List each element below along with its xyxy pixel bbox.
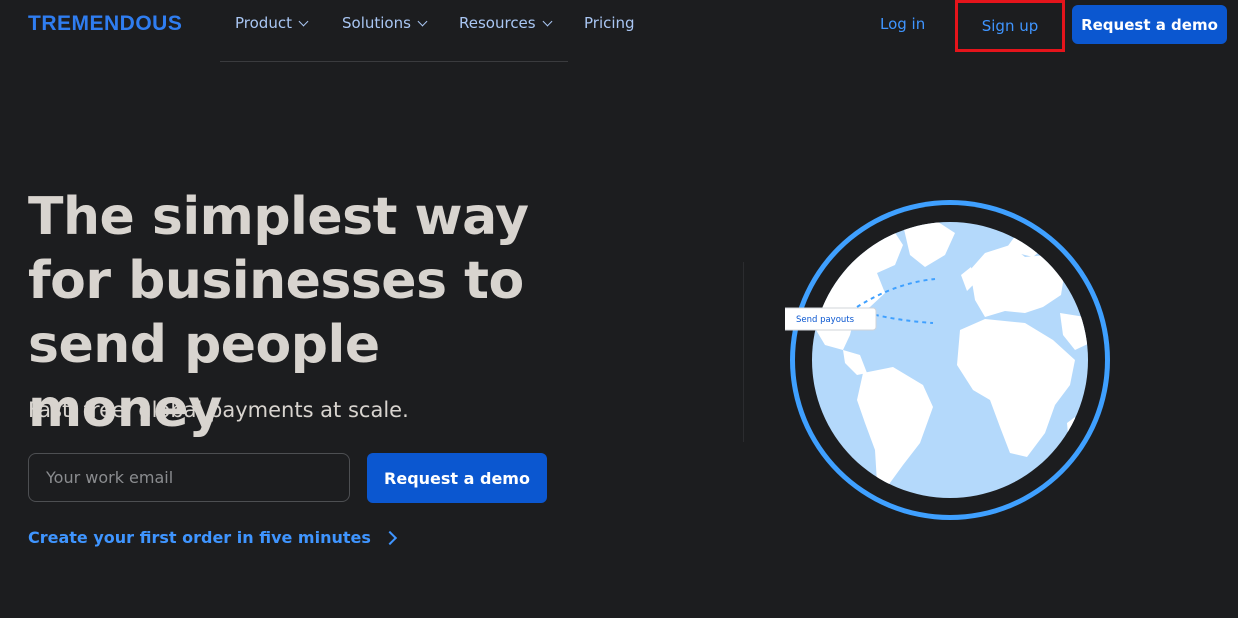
- divider: [743, 262, 744, 442]
- nav-product-label: Product: [235, 14, 292, 32]
- login-link[interactable]: Log in: [880, 15, 925, 33]
- signup-button[interactable]: Sign up: [955, 0, 1065, 52]
- nav-resources-label: Resources: [459, 14, 536, 32]
- nav-solutions[interactable]: Solutions: [342, 14, 428, 32]
- create-order-label: Create your first order in five minutes: [28, 528, 371, 547]
- nav-product[interactable]: Product: [235, 14, 309, 32]
- hero-request-demo-button[interactable]: Request a demo: [367, 453, 547, 503]
- hero-subheading: Fast, free, global payments at scale.: [28, 398, 409, 422]
- chevron-down-icon: [417, 16, 428, 26]
- nav-resources[interactable]: Resources: [459, 14, 553, 32]
- nav-solutions-label: Solutions: [342, 14, 411, 32]
- brand-logo[interactable]: TREMENDOUS: [28, 12, 182, 36]
- request-demo-label: Request a demo: [1081, 15, 1218, 34]
- nav-pricing[interactable]: Pricing: [584, 14, 635, 32]
- signup-label: Sign up: [981, 17, 1039, 35]
- request-demo-button[interactable]: Request a demo: [1072, 5, 1227, 44]
- create-order-link[interactable]: Create your first order in five minutes: [28, 528, 397, 547]
- hero-headline-line: The simplest way: [28, 187, 529, 247]
- tooltip-label: Send payouts: [796, 315, 855, 325]
- hero-request-demo-label: Request a demo: [384, 468, 530, 488]
- main-nav: Product Solutions Resources Pricing: [220, 0, 635, 62]
- chevron-down-icon: [298, 16, 309, 26]
- chevron-right-icon: [382, 530, 397, 545]
- globe-illustration: Send payouts: [785, 200, 1110, 520]
- nav-pricing-label: Pricing: [584, 14, 635, 32]
- work-email-input[interactable]: [28, 453, 350, 502]
- hero-headline-line: for businesses to: [28, 251, 524, 311]
- chevron-down-icon: [542, 16, 553, 26]
- send-payouts-tooltip: Send payouts: [785, 307, 877, 331]
